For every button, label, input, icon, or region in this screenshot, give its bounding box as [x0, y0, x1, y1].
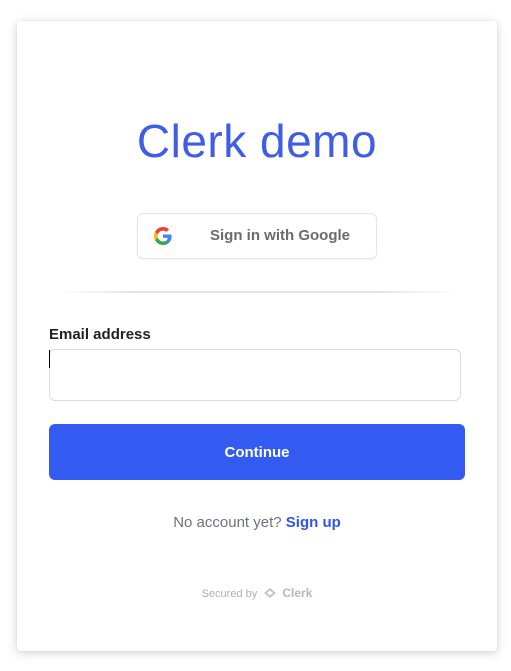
google-sign-in-button[interactable]: Sign in with Google [137, 213, 377, 259]
sign-up-link[interactable]: Sign up [286, 514, 341, 531]
email-label: Email address [49, 326, 151, 343]
sign-in-card: Clerk demo Sign in with Google Email add… [17, 21, 497, 651]
app-title: Clerk demo [136, 115, 378, 167]
google-icon [154, 227, 172, 245]
clerk-logo-icon [263, 587, 277, 602]
email-field[interactable] [49, 349, 461, 401]
secured-by-text: Secured by [201, 588, 258, 600]
google-button-label: Sign in with Google [210, 227, 350, 244]
divider [57, 291, 457, 293]
text-caret [49, 350, 50, 368]
secured-by-footer: Secured by Clerk [17, 586, 497, 602]
clerk-brand-text: Clerk [282, 586, 313, 600]
continue-button[interactable]: Continue [49, 424, 465, 480]
no-account-text: No account yet? [173, 514, 282, 531]
sign-up-prompt: No account yet? Sign up [17, 514, 497, 531]
